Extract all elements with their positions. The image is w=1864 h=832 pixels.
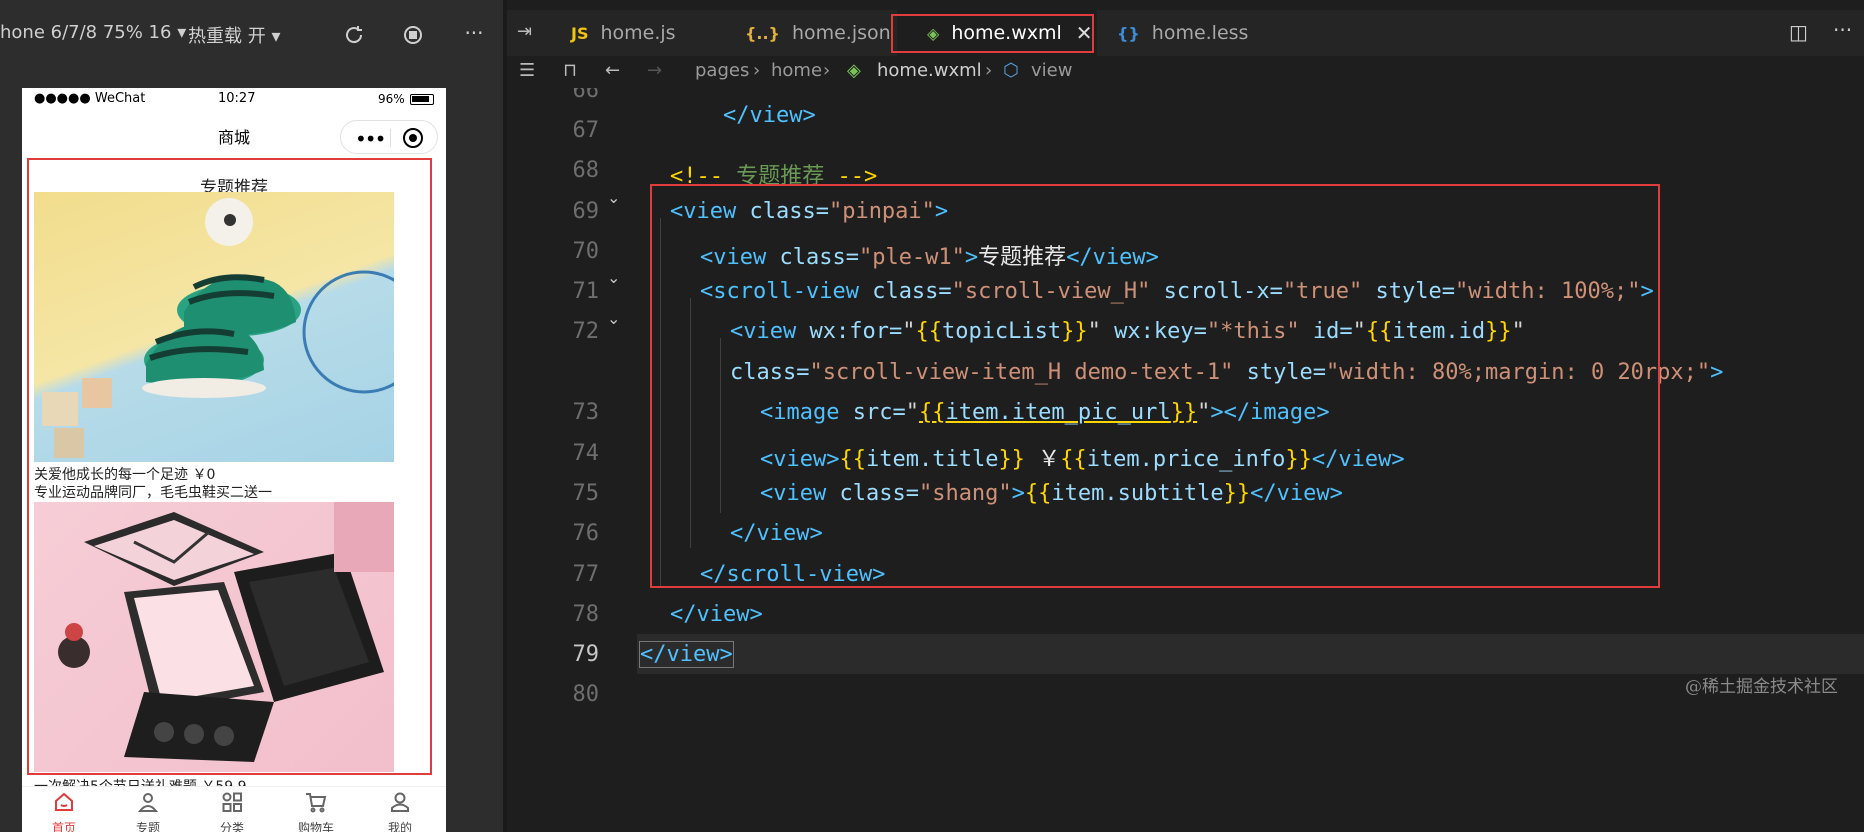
highlight-box-code <box>650 184 1660 588</box>
tab-bar: 首页 专题 分类 购物车 我的 <box>22 786 446 832</box>
code-line: </view> <box>639 641 734 668</box>
profile-icon <box>391 792 409 812</box>
tab-home-json[interactable]: {..} home.json <box>735 10 895 56</box>
stop-icon[interactable] <box>398 20 428 50</box>
forward-arrow-icon[interactable]: → <box>647 60 662 81</box>
line-number: 69 <box>572 199 600 224</box>
breadcrumb-separator-icon: › <box>753 60 761 81</box>
hot-reload-toggle[interactable]: 热重载 开 ▾ <box>188 22 280 48</box>
more-actions-icon[interactable]: ··· <box>1833 18 1852 42</box>
breadcrumb-item[interactable]: pages <box>695 60 749 81</box>
line-number: 70 <box>572 239 600 264</box>
cube-icon: ⬡ <box>1003 60 1019 81</box>
simulator-panel: hone 6/7/8 75% 16 ▾ 热重载 开 ▾ ··· ●●●●● We… <box>0 0 504 832</box>
user-icon <box>137 793 159 812</box>
tab-label: 分类 <box>219 821 244 832</box>
back-arrow-icon[interactable]: ← <box>605 60 620 81</box>
capsule-divider <box>390 129 391 147</box>
code-token: > <box>1710 360 1724 385</box>
home-icon <box>55 792 73 811</box>
battery-icon <box>410 94 434 105</box>
js-file-icon: JS <box>571 23 589 43</box>
status-bar: ●●●●● WeChat 10:27 96% <box>22 88 446 112</box>
tab-label: home.json <box>791 22 891 44</box>
line-number: 76 <box>572 521 600 546</box>
code-line: </view> <box>670 602 763 627</box>
split-back-icon[interactable]: ⇥ <box>517 21 532 42</box>
list-icon[interactable]: ☰ <box>519 60 535 81</box>
breadcrumb-item[interactable]: home <box>771 60 822 81</box>
highlight-box-tab <box>891 14 1094 53</box>
json-file-icon: {..} <box>745 23 780 43</box>
menu-capsule: ••• <box>340 120 438 154</box>
line-number: 71 <box>572 279 600 304</box>
less-file-icon: {} <box>1117 23 1140 43</box>
simulator-toolbar: hone 6/7/8 75% 16 ▾ 热重载 开 ▾ ··· <box>0 0 504 70</box>
line-number: 77 <box>572 562 600 587</box>
code-token: </view> <box>670 602 763 627</box>
breadcrumb-separator-icon: › <box>823 60 831 81</box>
line-number: 74 <box>572 441 600 466</box>
line-number: 68 <box>572 158 600 183</box>
tab-topic[interactable]: 专题 <box>106 787 190 832</box>
editor-tab-bar: ⇥ JS home.js {..} home.json ◈ home.wxml … <box>507 10 1864 56</box>
tab-label: 专题 <box>135 821 160 832</box>
tab-cart[interactable]: 购物车 <box>274 787 358 832</box>
fold-chevron-icon[interactable]: ⌄ <box>607 309 620 328</box>
tab-label: home.js <box>600 22 676 44</box>
code-line: </view> <box>670 88 816 153</box>
tab-home[interactable]: 首页 <box>22 787 106 832</box>
tab-home-js[interactable]: JS home.js <box>561 10 725 56</box>
breadcrumb-item[interactable]: view <box>1031 60 1072 81</box>
line-number: 75 <box>572 481 600 506</box>
wxml-file-icon: ◈ <box>847 60 861 81</box>
carrier-label: ●●●●● WeChat <box>34 91 146 106</box>
bookmark-icon[interactable]: ⊓ <box>563 60 577 81</box>
breadcrumb-item[interactable]: home.wxml <box>877 60 982 81</box>
battery-percent: 96% <box>378 92 405 106</box>
tab-mine[interactable]: 我的 <box>358 787 442 832</box>
cart-icon <box>306 793 327 813</box>
tab-label: home.less <box>1151 22 1249 44</box>
phone-screen: ●●●●● WeChat 10:27 96% 商城 ••• 专题推荐 关爱他成长… <box>22 88 446 832</box>
rotate-icon[interactable] <box>339 20 369 50</box>
line-number: 72 <box>572 319 600 344</box>
code-token: </view> <box>722 103 816 128</box>
tab-label: 购物车 <box>297 821 334 832</box>
device-select[interactable]: hone 6/7/8 75% 16 ▾ <box>0 22 186 43</box>
tab-label: 首页 <box>51 821 76 832</box>
more-icon[interactable]: ··· <box>459 18 489 48</box>
code-token: </view> <box>639 641 734 668</box>
fold-chevron-icon[interactable]: ⌄ <box>607 268 620 287</box>
breadcrumb: ☰ ⊓ ← → pages › home › ◈ home.wxml › ⬡ v… <box>507 56 1864 88</box>
tab-category[interactable]: 分类 <box>190 787 274 832</box>
tab-home-less[interactable]: {} home.less <box>1107 10 1277 56</box>
capsule-close-icon[interactable] <box>403 128 423 148</box>
line-number: 66 <box>572 88 600 103</box>
grid-icon <box>222 792 242 812</box>
line-number: 67 <box>572 118 600 143</box>
fold-chevron-icon[interactable]: ⌄ <box>607 188 620 207</box>
highlight-box-pinpai <box>27 158 432 775</box>
split-editor-icon[interactable]: ◫ <box>1789 20 1808 44</box>
watermark: @稀土掘金技术社区 <box>1685 677 1838 697</box>
nav-bar: 商城 ••• <box>22 112 446 156</box>
cut-item-text: 一次解决5个节日送礼难题 ￥59.9 <box>34 776 247 786</box>
line-number: 80 <box>572 682 600 707</box>
code-editor[interactable]: 66 67 68 69 70 71 72 73 74 75 76 77 78 7… <box>507 88 1864 832</box>
status-time: 10:27 <box>218 91 256 106</box>
breadcrumb-separator-icon: › <box>985 60 993 81</box>
current-line-highlight <box>637 634 1864 674</box>
line-number: 79 <box>572 642 600 667</box>
line-number: 73 <box>572 400 600 425</box>
line-number: 78 <box>572 602 600 627</box>
tab-label: 我的 <box>387 821 412 832</box>
capsule-more-icon[interactable]: ••• <box>355 127 386 151</box>
